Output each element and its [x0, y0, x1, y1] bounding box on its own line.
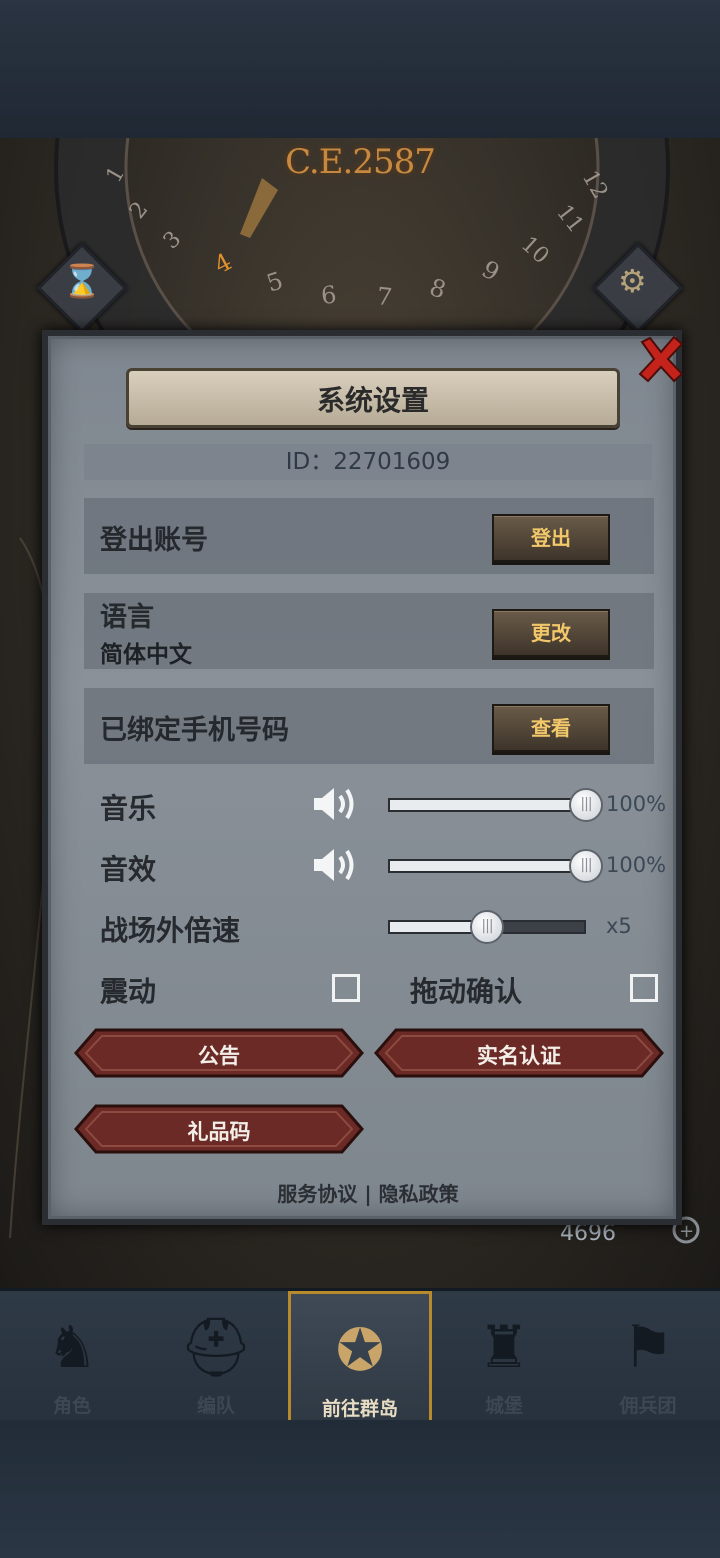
speed-label: 战场外倍速 [100, 914, 241, 947]
music-slider-knob[interactable] [569, 788, 603, 822]
gear-icon: ⚙ [618, 262, 647, 300]
dial-number: 5 [263, 266, 286, 297]
bottom-band [0, 1420, 720, 1558]
phone-label: 已绑定手机号码 [100, 715, 289, 746]
logout-label: 登出账号 [100, 525, 208, 556]
helmet-icon: ⛑ [179, 1313, 253, 1381]
close-button[interactable] [636, 334, 686, 384]
nav-label: 编队 [196, 1395, 235, 1417]
realname-button[interactable]: 实名认证 [374, 1028, 664, 1078]
top-status-band [0, 0, 720, 138]
privacy-policy-link[interactable]: 隐私政策 [379, 1182, 459, 1206]
dial-number: 6 [320, 281, 338, 310]
language-label: 语言 [100, 602, 154, 633]
sfx-slider-fill [390, 861, 584, 871]
gift-code-button[interactable]: 礼品码 [74, 1104, 364, 1154]
dial-number: 4 [210, 247, 237, 279]
nav-label: 城堡 [484, 1395, 523, 1417]
sfx-percent: 100% [606, 853, 667, 877]
dial-number: 7 [375, 282, 393, 311]
dial-number: 10 [516, 232, 554, 269]
system-settings-dialog: 系统设置 ID：22701609 登出账号 登出 语言 简体中文 更改 已绑定手… [42, 330, 684, 1225]
logout-button[interactable]: 登出 [492, 514, 610, 562]
nav-item-mercenary[interactable]: ⚑ 佣兵团 [576, 1291, 720, 1423]
notice-button[interactable]: 公告 [74, 1028, 364, 1078]
banner-icon: ⚑ [622, 1313, 674, 1381]
sfx-slider-knob[interactable] [569, 849, 603, 883]
music-slider-fill [390, 800, 584, 810]
drag-confirm-checkbox[interactable] [630, 974, 658, 1002]
nav-label: 角色 [52, 1395, 91, 1417]
nav-label: 佣兵团 [619, 1395, 677, 1417]
sfx-slider[interactable] [388, 859, 586, 873]
language-value: 简体中文 [100, 642, 192, 668]
knight-icon: ♞ [46, 1313, 98, 1381]
service-agreement-link[interactable]: 服务协议 [277, 1182, 357, 1206]
footer-links: 服务协议 | 隐私政策 [48, 1178, 688, 1207]
footer-separator: | [364, 1182, 372, 1206]
drag-confirm-label: 拖动确认 [410, 975, 523, 1008]
vibrate-label: 震动 [100, 975, 157, 1008]
compass-icon: ✪ [335, 1316, 385, 1384]
music-speaker-icon[interactable] [312, 784, 358, 824]
close-icon [638, 335, 684, 383]
logout-row: 登出账号 登出 [84, 498, 654, 574]
dial-number: 11 [551, 200, 588, 237]
language-row: 语言 简体中文 更改 [84, 593, 654, 669]
hourglass-icon: ⌛ [62, 262, 102, 300]
nav-item-formation[interactable]: ⛑ 编队 [144, 1291, 288, 1423]
change-language-button[interactable]: 更改 [492, 609, 610, 657]
view-phone-button[interactable]: 查看 [492, 704, 610, 752]
vibrate-checkbox[interactable] [332, 974, 360, 1002]
nav-label: 前往群岛 [321, 1398, 398, 1420]
speed-value: x5 [606, 914, 632, 938]
dial-number: 8 [426, 273, 449, 304]
user-id: ID：22701609 [84, 444, 652, 480]
music-percent: 100% [606, 792, 667, 816]
music-slider[interactable] [388, 798, 586, 812]
castle-icon: ♜ [478, 1313, 530, 1381]
gift-code-label: 礼品码 [187, 1120, 251, 1144]
dial-number: 3 [159, 227, 186, 255]
music-label: 音乐 [100, 792, 157, 825]
nav-item-castle[interactable]: ♜ 城堡 [432, 1291, 576, 1423]
dialog-title: 系统设置 [316, 384, 429, 417]
notice-label: 公告 [198, 1044, 240, 1068]
speed-slider-knob[interactable] [470, 910, 504, 944]
bottom-nav: ♞ 角色 ⛑ 编队 ✪ 前往群岛 ♜ 城堡 ⚑ 佣兵团 [0, 1288, 720, 1423]
dial-number: 9 [477, 255, 504, 287]
phone-row: 已绑定手机号码 查看 [84, 688, 654, 764]
nav-item-islands[interactable]: ✪ 前往群岛 [288, 1291, 432, 1423]
sfx-label: 音效 [100, 853, 157, 886]
realname-label: 实名认证 [477, 1044, 561, 1068]
era-label: C.E.2587 [285, 142, 436, 182]
title-plate: 系统设置 [126, 368, 620, 428]
sfx-speaker-icon[interactable] [312, 845, 358, 885]
nav-item-character[interactable]: ♞ 角色 [0, 1291, 144, 1423]
